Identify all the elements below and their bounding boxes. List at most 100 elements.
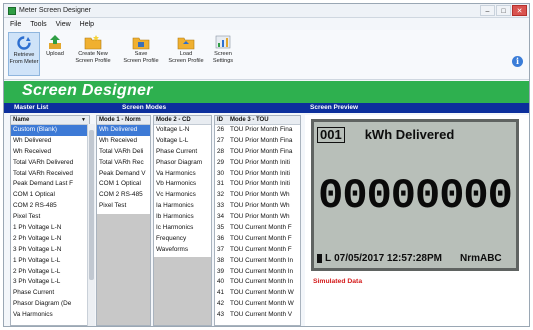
list-item[interactable]: Custom (Blank) <box>11 125 89 136</box>
battery-icon <box>317 254 322 263</box>
list-item[interactable]: 40 TOU Current Month In <box>215 277 300 288</box>
lcd-header-line: 001 kWh Delivered <box>317 127 454 143</box>
list-item[interactable]: Pixel Test <box>11 212 89 223</box>
save-screen-profile-button[interactable]: Save Screen Profile <box>121 32 161 76</box>
mode2-list[interactable]: Mode 2 - CD Voltage L-N Voltage L-L Phas… <box>153 115 212 326</box>
list-item[interactable]: Peak Demand V <box>97 169 150 180</box>
list-item[interactable]: COM 1 Optical <box>97 179 150 190</box>
list-item[interactable]: 2 Ph Voltage L-L <box>11 267 89 278</box>
create-new-screen-profile-button[interactable]: Create New Screen Profile <box>73 32 113 76</box>
list-item[interactable]: Ib Harmonics <box>154 212 211 223</box>
screen-modes-header: Screen Modes <box>122 104 167 111</box>
banner: Screen Designer <box>4 81 529 103</box>
list-item[interactable]: Voltage L-L <box>154 136 211 147</box>
upload-button[interactable]: Upload <box>43 32 67 76</box>
menu-help[interactable]: Help <box>80 19 94 30</box>
list-item[interactable]: Wh Delivered <box>97 125 150 136</box>
maximize-icon[interactable]: □ <box>496 5 511 16</box>
list-item[interactable]: 30 TOU Prior Month Initi <box>215 169 300 180</box>
mode1-column-header: Mode 1 - Norm <box>97 116 150 125</box>
list-item[interactable]: Frequency <box>154 234 211 245</box>
list-item[interactable]: COM 1 Optical <box>11 190 89 201</box>
menu-view[interactable]: View <box>56 19 71 30</box>
list-item[interactable]: 34 TOU Prior Month Wh <box>215 212 300 223</box>
toolbar: Retrieve From Meter Upload Create New Sc… <box>4 30 529 80</box>
list-item[interactable]: Wh Received <box>11 147 89 158</box>
list-item[interactable]: 36 TOU Current Month F <box>215 234 300 245</box>
lcd-status-line: L 07/05/2017 12:57:28PM NrmABC <box>317 253 502 264</box>
menu-file[interactable]: File <box>10 19 21 30</box>
screen-preview-panel: 001 kWh Delivered 00000000 L 07/05/2017 1… <box>305 115 529 326</box>
list-item[interactable]: 43 TOU Current Month V <box>215 310 300 321</box>
list-item[interactable]: Voltage L-N <box>154 125 211 136</box>
list-item[interactable]: 29 TOU Prior Month Initi <box>215 158 300 169</box>
sort-arrow-icon: ▼ <box>81 117 86 123</box>
list-item[interactable]: 37 TOU Current Month F <box>215 245 300 256</box>
list-item[interactable]: Phase Current <box>11 288 89 299</box>
list-item[interactable]: 31 TOU Prior Month Initi <box>215 179 300 190</box>
list-item[interactable]: Va Harmonics <box>154 169 211 180</box>
list-item[interactable]: Total VARh Rec <box>97 158 150 169</box>
list-item[interactable]: 41 TOU Current Month W <box>215 288 300 299</box>
list-item[interactable]: Vb Harmonics <box>154 179 211 190</box>
lcd-display: 001 kWh Delivered 00000000 L 07/05/2017 1… <box>311 119 519 271</box>
load-screen-profile-button[interactable]: Load Screen Profile <box>166 32 206 76</box>
list-item[interactable]: 28 TOU Prior Month Fina <box>215 147 300 158</box>
list-item[interactable]: 33 TOU Prior Month Wh <box>215 201 300 212</box>
datetime: 07/05/2017 12:57:28PM <box>334 253 442 264</box>
list-item[interactable]: Phasor Diagram <box>154 158 211 169</box>
master-list-header: Master List <box>14 104 49 111</box>
info-icon[interactable]: i <box>512 56 523 67</box>
list-item[interactable]: 2 Ph Voltage L-N <box>11 234 89 245</box>
list-item[interactable]: 3 Ph Voltage L-L <box>11 277 89 288</box>
list-item[interactable]: 26 TOU Prior Month Fina <box>215 125 300 136</box>
list-item[interactable]: Ia Harmonics <box>154 201 211 212</box>
list-item[interactable]: 3 Ph Voltage L-N <box>11 245 89 256</box>
list-item[interactable]: 35 TOU Current Month F <box>215 223 300 234</box>
upload-icon <box>46 34 64 50</box>
parameter-name: kWh Delivered <box>364 127 455 142</box>
list-item[interactable]: Pixel Test <box>97 201 150 212</box>
list-item[interactable]: Peak Demand Last F <box>11 179 89 190</box>
minimize-icon[interactable]: – <box>480 5 495 16</box>
master-list-scrollbar[interactable] <box>87 124 95 326</box>
master-list[interactable]: Name ▼ Custom (Blank) Wh Delivered Wh Re… <box>10 115 90 326</box>
list-item[interactable]: 1 Ph Voltage L-N <box>11 223 89 234</box>
list-item[interactable]: 42 TOU Current Month W <box>215 299 300 310</box>
list-item[interactable]: 39 TOU Current Month In <box>215 267 300 278</box>
list-item[interactable]: Wh Received <box>97 136 150 147</box>
menu-bar: File Tools View Help <box>4 19 529 30</box>
app-window: Meter Screen Designer – □ ✕ File Tools V… <box>3 3 530 327</box>
name-column-header[interactable]: Name ▼ <box>11 116 89 125</box>
list-item[interactable]: Phase Current <box>154 147 211 158</box>
menu-tools[interactable]: Tools <box>30 19 46 30</box>
banner-title: Screen Designer <box>22 82 153 99</box>
list-item[interactable]: Wh Delivered <box>11 136 89 147</box>
scrollbar-thumb[interactable] <box>89 130 94 280</box>
load-folder-icon <box>177 34 195 50</box>
list-item[interactable]: 27 TOU Prior Month Fina <box>215 136 300 147</box>
list-item[interactable]: 32 TOU Prior Month Wh <box>215 190 300 201</box>
mode1-list[interactable]: Mode 1 - Norm Wh Delivered Wh Received T… <box>96 115 151 326</box>
list-item[interactable]: Ic Harmonics <box>154 223 211 234</box>
list-item[interactable]: 1 Ph Voltage L-L <box>11 256 89 267</box>
list-item[interactable]: Phasor Diagram (De <box>11 299 89 310</box>
list-item[interactable]: Va Harmonics <box>11 310 89 321</box>
close-icon[interactable]: ✕ <box>512 5 527 16</box>
list-item[interactable]: Waveforms <box>154 245 211 256</box>
mode3-column-header: ID Mode 3 - TOU <box>215 116 300 125</box>
list-item[interactable]: 38 TOU Current Month In <box>215 256 300 267</box>
list-item[interactable]: Total VARh Received <box>11 169 89 180</box>
list-item[interactable]: COM 2 RS-485 <box>11 201 89 212</box>
list-item[interactable]: Total VARh Deli <box>97 147 150 158</box>
status-l: L <box>325 253 332 264</box>
list-item[interactable]: COM 2 RS-485 <box>97 190 150 201</box>
list-item[interactable]: Vc Harmonics <box>154 190 211 201</box>
simulated-data-label: Simulated Data <box>313 278 363 285</box>
retrieve-from-meter-button[interactable]: Retrieve From Meter <box>8 32 40 76</box>
mode3-list[interactable]: ID Mode 3 - TOU 26 TOU Prior Month Fina 27… <box>214 115 301 326</box>
app-icon <box>8 7 16 15</box>
list-item[interactable]: Total VARh Delivered <box>11 158 89 169</box>
title-bar: Meter Screen Designer – □ ✕ <box>4 4 529 18</box>
screen-settings-button[interactable]: Screen Settings <box>210 32 236 76</box>
